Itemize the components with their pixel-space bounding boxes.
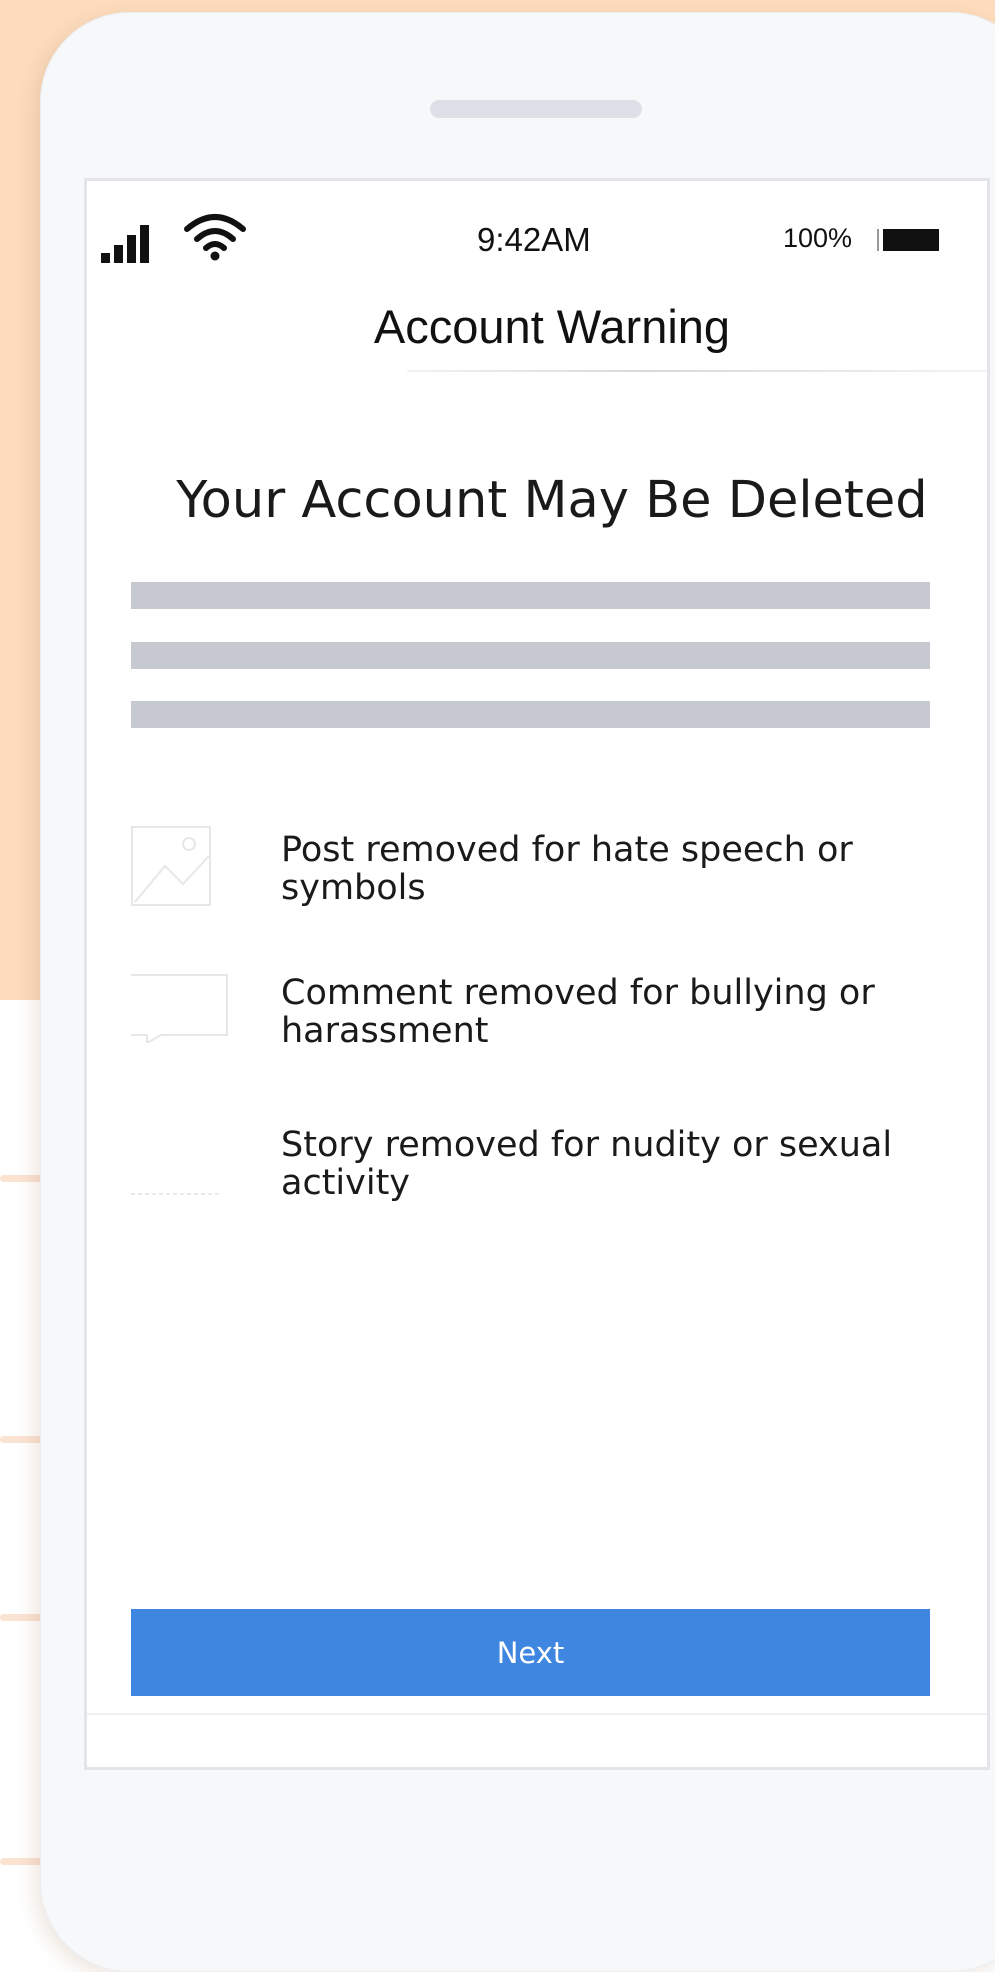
violation-item: Post removed for hate speech or symbols: [281, 830, 853, 908]
battery-icon: [877, 229, 939, 251]
bottom-divider: [87, 1713, 987, 1715]
nav-divider: [407, 370, 987, 372]
phone-speaker: [430, 100, 642, 118]
placeholder-text-line: [131, 701, 930, 728]
status-bar: 9:42AM 100%: [87, 211, 987, 271]
placeholder-text-line: [131, 642, 930, 669]
violation-item: Comment removed for bullying or harassme…: [281, 973, 875, 1051]
nav-title: Account Warning: [373, 300, 731, 353]
status-time: 9:42AM: [477, 221, 591, 258]
battery-percentage: 100%: [783, 223, 853, 253]
cellular-signal-icon: [101, 223, 161, 263]
phone-screen: 9:42AM 100% Account Warning Your Account…: [84, 178, 990, 1770]
violation-item: Story removed for nudity or sexual activ…: [281, 1125, 893, 1203]
next-button[interactable]: Next: [131, 1609, 930, 1696]
placeholder-text-line: [131, 582, 930, 609]
story-placeholder-icon: [131, 1193, 221, 1195]
warning-headline: Your Account May Be Deleted: [176, 471, 928, 530]
image-placeholder-icon: [131, 826, 211, 906]
comment-placeholder-icon: [131, 974, 228, 1043]
wifi-icon: [184, 214, 246, 261]
